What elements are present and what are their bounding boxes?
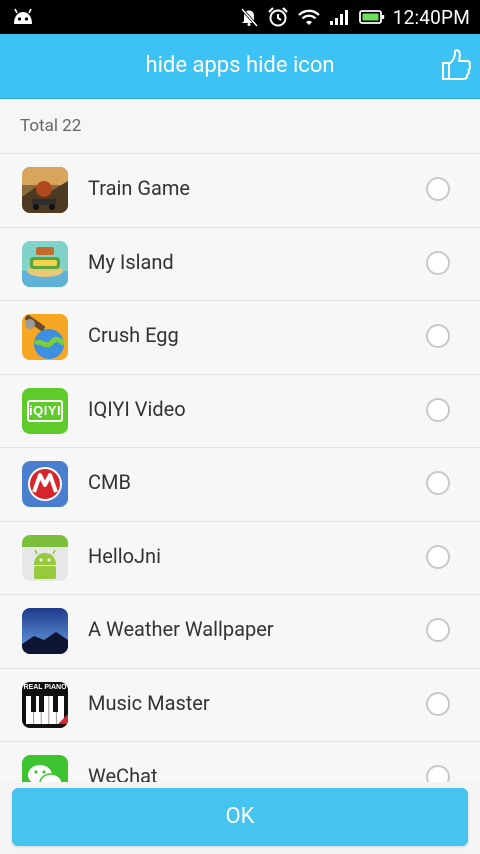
list-item-weather-wallpaper[interactable]: A Weather Wallpaper bbox=[0, 595, 480, 669]
bottom-bar: OK bbox=[0, 782, 480, 854]
cmb-icon bbox=[22, 461, 68, 507]
my-island-icon bbox=[22, 240, 68, 287]
list-item-crush-egg[interactable]: Crush Egg bbox=[0, 301, 480, 375]
list-item-hellojni[interactable]: HelloJni bbox=[0, 521, 480, 595]
clock-time: 12:40PM bbox=[392, 5, 470, 29]
app-name: A Weather Wallpaper bbox=[88, 617, 274, 641]
select-radio[interactable] bbox=[426, 324, 450, 348]
battery-icon bbox=[358, 10, 384, 24]
mute-notification-icon bbox=[240, 8, 258, 27]
train-game-icon bbox=[22, 167, 68, 213]
app-list[interactable]: Train Game My Island Crush Egg iQIYI IQI… bbox=[0, 154, 480, 782]
app-name: CMB bbox=[88, 470, 131, 494]
crush-egg-icon bbox=[22, 314, 68, 360]
list-item-wechat[interactable]: WeChat bbox=[0, 742, 480, 782]
select-radio[interactable] bbox=[426, 471, 450, 495]
select-radio[interactable] bbox=[426, 618, 450, 642]
select-radio[interactable] bbox=[426, 691, 450, 716]
select-radio[interactable] bbox=[426, 397, 450, 422]
select-radio[interactable] bbox=[426, 250, 450, 275]
list-item-music-master[interactable]: REAL PIANO Music Master bbox=[0, 668, 480, 742]
list-item-iqiyi-video[interactable]: iQIYI IQIYI Video bbox=[0, 374, 480, 448]
app-name: Music Master bbox=[88, 690, 210, 715]
iqiyi-logo-text: iQIYI bbox=[27, 399, 63, 422]
app-name: HelloJni bbox=[88, 543, 161, 568]
weather-wallpaper-icon bbox=[22, 608, 68, 654]
select-radio[interactable] bbox=[426, 765, 450, 782]
android-notification-icon bbox=[14, 8, 32, 24]
app-name: My Island bbox=[88, 249, 174, 274]
list-item-cmb[interactable]: CMB bbox=[0, 448, 480, 522]
total-count-label: Total 22 bbox=[20, 116, 82, 136]
app-title: hide apps hide icon bbox=[145, 53, 335, 78]
wifi-icon bbox=[297, 9, 320, 25]
list-item-my-island[interactable]: My Island bbox=[0, 227, 480, 301]
alarm-icon bbox=[267, 7, 288, 27]
android-icon bbox=[22, 534, 68, 581]
signal-icon bbox=[329, 10, 348, 25]
select-radio[interactable] bbox=[426, 544, 450, 569]
app-bar: hide apps hide icon bbox=[0, 34, 480, 99]
wechat-icon bbox=[22, 755, 68, 782]
app-name: Train Game bbox=[88, 176, 190, 200]
ok-button[interactable]: OK bbox=[12, 788, 468, 846]
total-count-header: Total 22 bbox=[0, 99, 480, 154]
app-name: IQIYI Video bbox=[88, 396, 186, 421]
app-name: WeChat bbox=[88, 764, 158, 782]
real-piano-badge: REAL PIANO bbox=[23, 683, 67, 691]
iqiyi-icon: iQIYI bbox=[22, 387, 68, 434]
status-bar: 12:40PM bbox=[0, 0, 480, 34]
list-item-train-game[interactable]: Train Game bbox=[0, 154, 480, 228]
thumbs-up-icon[interactable] bbox=[440, 48, 472, 82]
piano-icon: REAL PIANO bbox=[22, 681, 68, 728]
app-name: Crush Egg bbox=[88, 323, 179, 347]
select-radio[interactable] bbox=[426, 177, 450, 201]
